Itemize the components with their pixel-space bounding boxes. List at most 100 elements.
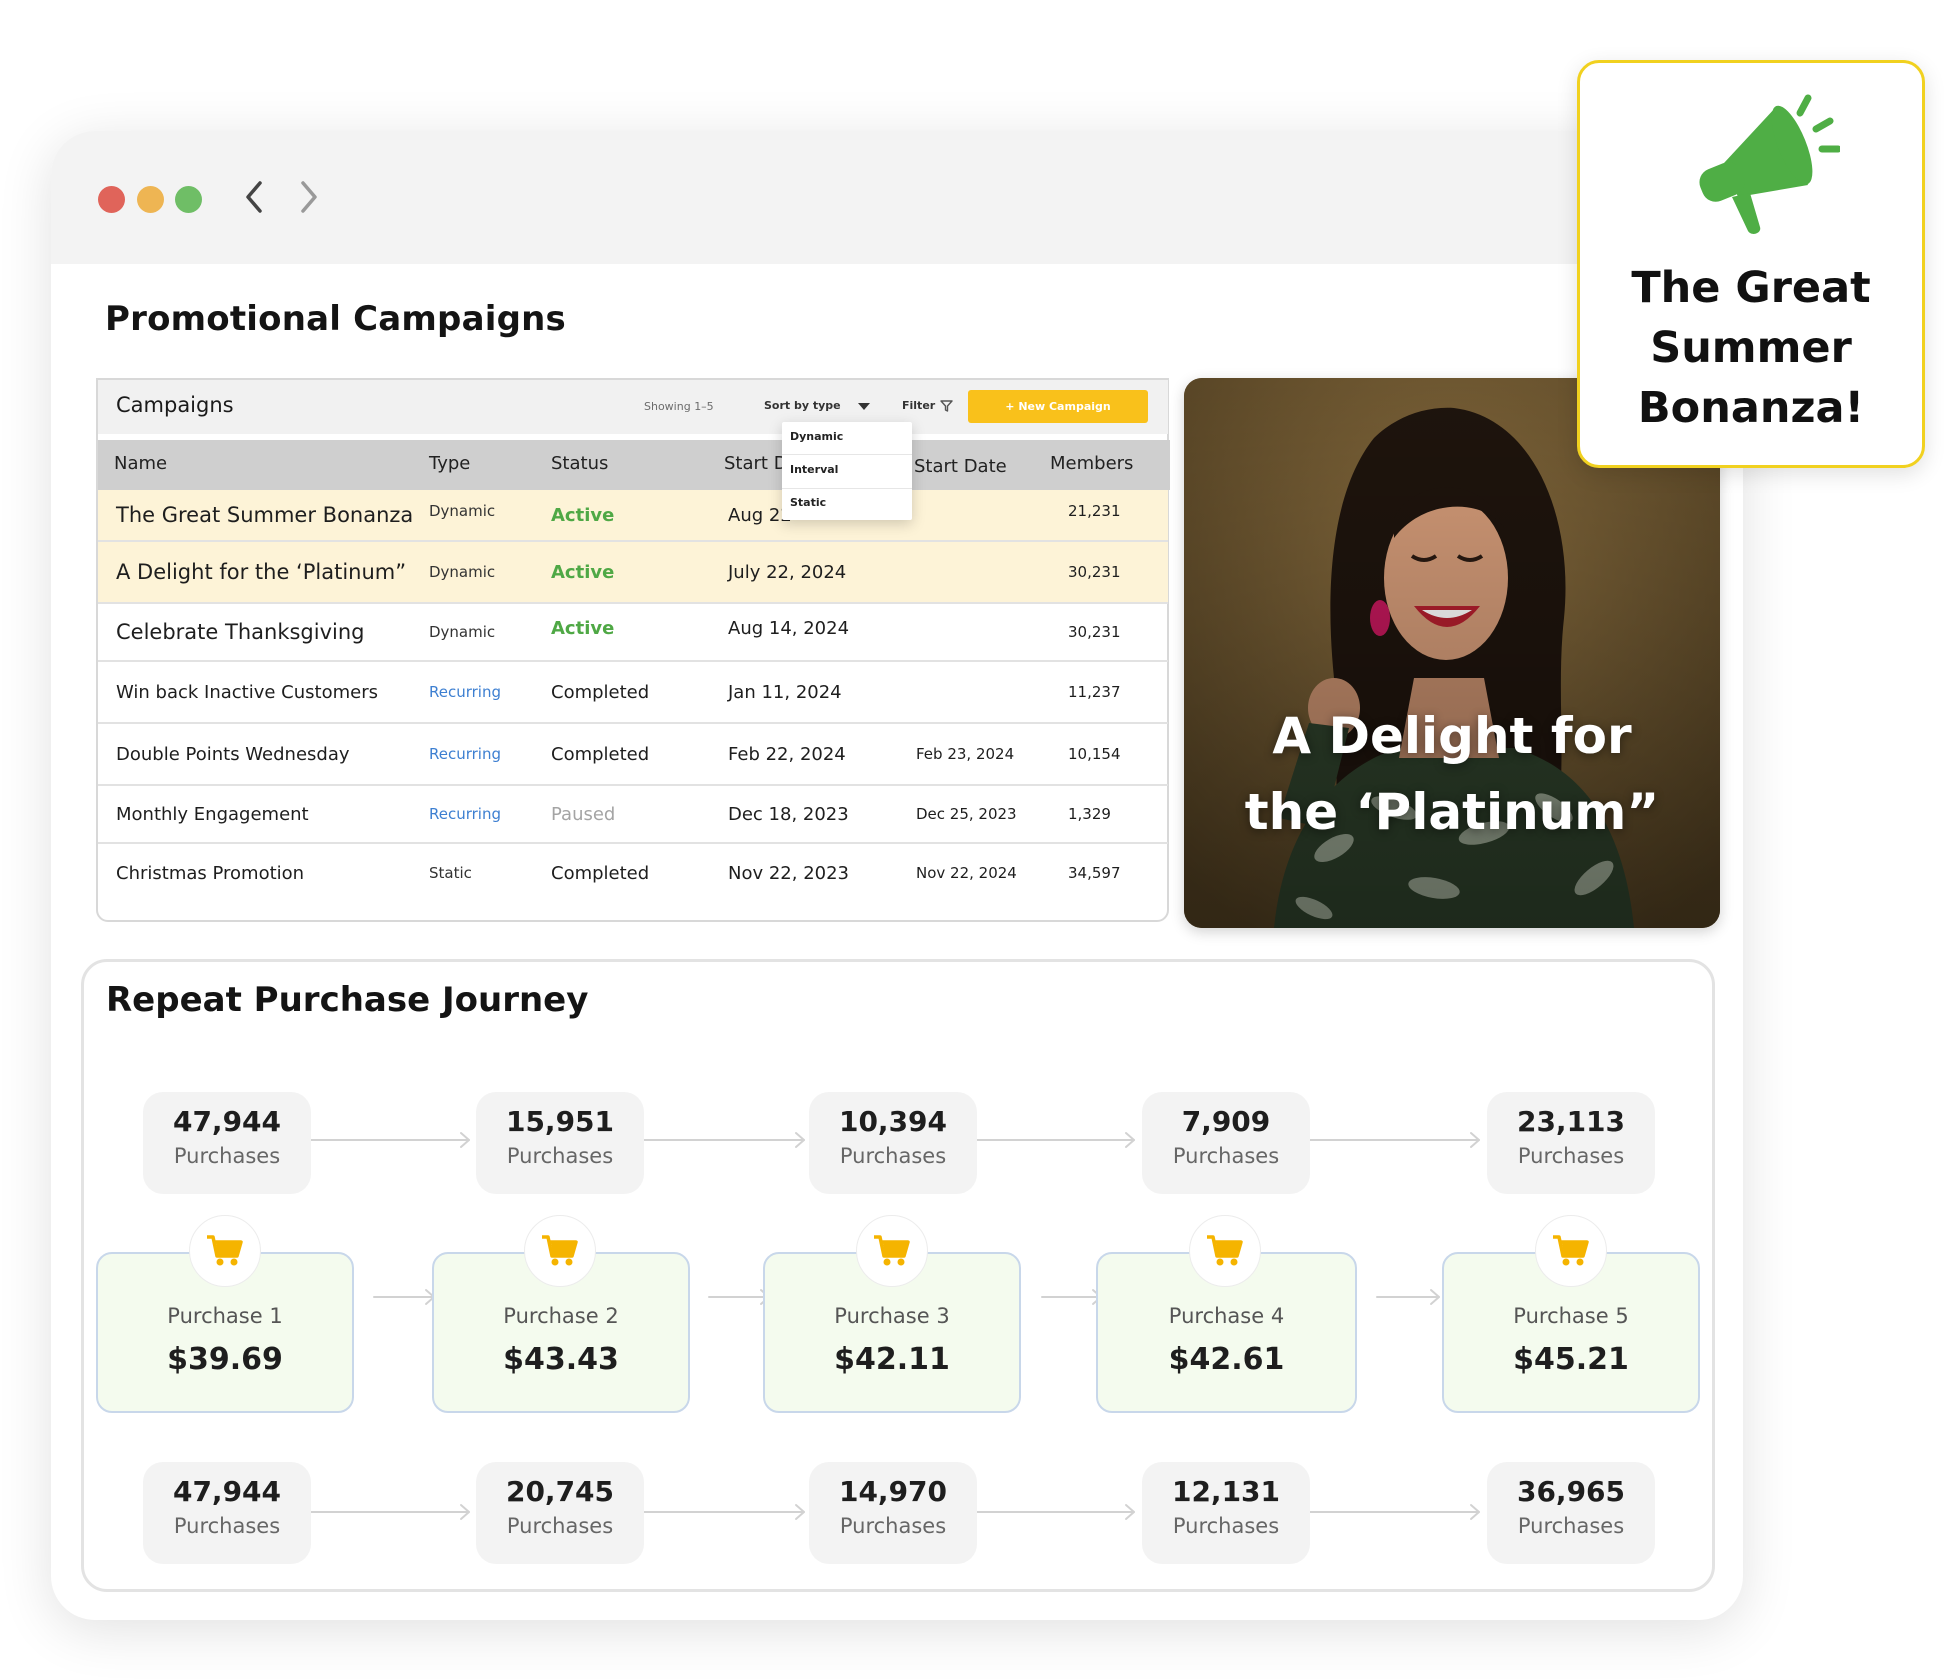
- campaign-members: 1,329: [1068, 805, 1111, 823]
- column-members[interactable]: Members: [1050, 453, 1133, 474]
- table-row[interactable]: Celebrate Thanksgiving Dynamic Active Au…: [98, 604, 1168, 662]
- campaign-members: 11,237: [1068, 683, 1121, 701]
- stat-value: 47,944: [172, 1105, 282, 1138]
- campaign-members: 10,154: [1068, 745, 1121, 763]
- table-row[interactable]: A Delight for the ‘Platinum” Dynamic Act…: [98, 542, 1168, 604]
- purchase-label: Purchase 3: [834, 1304, 950, 1328]
- purchase-label: Purchase 2: [503, 1304, 619, 1328]
- table-row[interactable]: Win back Inactive Customers Recurring Co…: [98, 662, 1168, 724]
- campaign-name[interactable]: Celebrate Thanksgiving: [116, 604, 364, 660]
- campaign-type: Recurring: [429, 683, 501, 701]
- megaphone-icon: [1699, 94, 1840, 234]
- stat-label: Purchases: [173, 1144, 281, 1168]
- campaign-members: 30,231: [1068, 563, 1121, 581]
- top-stat-1: 47,944 Purchases: [143, 1092, 311, 1194]
- campaign-start: Aug 14, 2024: [728, 617, 850, 639]
- new-campaign-button[interactable]: + New Campaign: [968, 390, 1148, 423]
- bottom-stat-3: 14,970 Purchases: [809, 1462, 977, 1564]
- callout-title: The Great Summer Bonanza!: [1580, 258, 1922, 438]
- sort-dropdown-menu: Dynamic Interval Static: [782, 422, 912, 520]
- sort-by-type-button[interactable]: Sort by type: [764, 399, 841, 412]
- stat-label: Purchases: [1172, 1514, 1280, 1538]
- purchase-value: $39.69: [167, 1342, 283, 1377]
- campaign-members: 30,231: [1068, 623, 1121, 641]
- forward-arrow-icon[interactable]: [294, 177, 324, 217]
- caption-line-1: A Delight for: [1272, 707, 1632, 765]
- cart-icon: [189, 1215, 261, 1287]
- sort-option-static[interactable]: Static: [790, 496, 826, 509]
- filter-button[interactable]: Filter: [902, 399, 935, 412]
- table-toolbar: Campaigns Showing 1–5 Sort by type Filte…: [98, 380, 1168, 434]
- cart-icon: [1535, 1215, 1607, 1287]
- cart-icon: [524, 1215, 596, 1287]
- campaign-name[interactable]: The Great Summer Bonanza: [116, 490, 413, 540]
- purchase-label: Purchase 5: [1513, 1304, 1629, 1328]
- stat-value: 7,909: [1181, 1105, 1271, 1138]
- cart-icon: [856, 1215, 928, 1287]
- stat-label: Purchases: [839, 1514, 947, 1538]
- column-name[interactable]: Name: [114, 453, 167, 474]
- stat-value: 36,965: [1516, 1475, 1626, 1508]
- campaign-name[interactable]: Monthly Engagement: [116, 786, 309, 842]
- table-row[interactable]: The Great Summer Bonanza Dynamic Active …: [98, 490, 1168, 542]
- campaign-status: Completed: [551, 743, 650, 765]
- stat-value: 47,944: [172, 1475, 282, 1508]
- maximize-window-button[interactable]: [175, 186, 202, 213]
- close-window-button[interactable]: [98, 186, 125, 213]
- campaign-name[interactable]: Win back Inactive Customers: [116, 662, 378, 722]
- purchase-value: $42.11: [834, 1342, 950, 1377]
- journey-title: Repeat Purchase Journey: [106, 980, 589, 1020]
- campaign-status: Paused: [551, 803, 616, 825]
- stat-label: Purchases: [1172, 1144, 1280, 1168]
- bottom-stat-4: 12,131 Purchases: [1142, 1462, 1310, 1564]
- campaign-start: Feb 22, 2024: [728, 743, 846, 765]
- column-start[interactable]: Start D: [724, 453, 788, 474]
- sort-option-dynamic[interactable]: Dynamic: [790, 430, 843, 443]
- chevron-down-icon[interactable]: [858, 403, 870, 410]
- purchase-label: Purchase 1: [167, 1304, 283, 1328]
- stat-value: 14,970: [838, 1475, 948, 1508]
- campaign-status: Active: [551, 561, 615, 583]
- divider: [782, 488, 912, 489]
- bottom-stat-1: 47,944 Purchases: [143, 1462, 311, 1564]
- bottom-stat-5: 36,965 Purchases: [1487, 1462, 1655, 1564]
- campaign-callout-card: The Great Summer Bonanza!: [1577, 60, 1925, 468]
- campaign-type: Dynamic: [429, 502, 496, 520]
- campaigns-title: Campaigns: [116, 393, 234, 417]
- campaign-status: Completed: [551, 681, 650, 703]
- campaign-start-date: Feb 23, 2024: [916, 745, 1015, 763]
- stat-value: 20,745: [505, 1475, 615, 1508]
- top-stat-2: 15,951 Purchases: [476, 1092, 644, 1194]
- table-header: Name Type Status Start D Start Date Memb…: [98, 440, 1170, 490]
- purchase-value: $42.61: [1168, 1342, 1285, 1377]
- campaign-start-date: Dec 25, 2023: [916, 805, 1017, 823]
- campaign-name[interactable]: Christmas Promotion: [116, 844, 304, 902]
- repeat-purchase-journey: Repeat Purchase Journey 47,944 Purchases…: [81, 959, 1715, 1592]
- campaign-status: Active: [551, 617, 615, 639]
- campaign-start: Nov 22, 2023: [728, 862, 850, 884]
- browser-window: Promotional Campaigns Campaigns Showing …: [51, 131, 1743, 1620]
- table-row[interactable]: Christmas Promotion Static Completed Nov…: [98, 844, 1168, 902]
- table-row[interactable]: Double Points Wednesday Recurring Comple…: [98, 724, 1168, 786]
- column-type[interactable]: Type: [429, 453, 470, 474]
- column-start-date[interactable]: Start Date: [914, 456, 1007, 477]
- stat-label: Purchases: [839, 1144, 947, 1168]
- table-row[interactable]: Monthly Engagement Recurring Paused Dec …: [98, 786, 1168, 844]
- title-bar: [51, 131, 1743, 264]
- sort-option-interval[interactable]: Interval: [790, 463, 838, 476]
- column-status[interactable]: Status: [551, 453, 608, 474]
- campaign-name[interactable]: Double Points Wednesday: [116, 724, 350, 784]
- minimize-window-button[interactable]: [137, 186, 164, 213]
- stat-value: 12,131: [1171, 1475, 1281, 1508]
- callout-line-3: Bonanza!: [1637, 383, 1865, 433]
- purchase-value: $45.21: [1513, 1342, 1629, 1377]
- photo-caption: A Delight for the ‘Platinum”: [1184, 698, 1720, 850]
- stat-value: 23,113: [1516, 1105, 1626, 1138]
- campaigns-table: Campaigns Showing 1–5 Sort by type Filte…: [96, 378, 1170, 922]
- campaign-type: Static: [429, 864, 472, 882]
- campaign-name[interactable]: A Delight for the ‘Platinum”: [116, 542, 406, 602]
- cart-icon: [1189, 1215, 1261, 1287]
- filter-icon[interactable]: [940, 400, 953, 412]
- back-arrow-icon[interactable]: [239, 177, 269, 217]
- stat-label: Purchases: [506, 1144, 614, 1168]
